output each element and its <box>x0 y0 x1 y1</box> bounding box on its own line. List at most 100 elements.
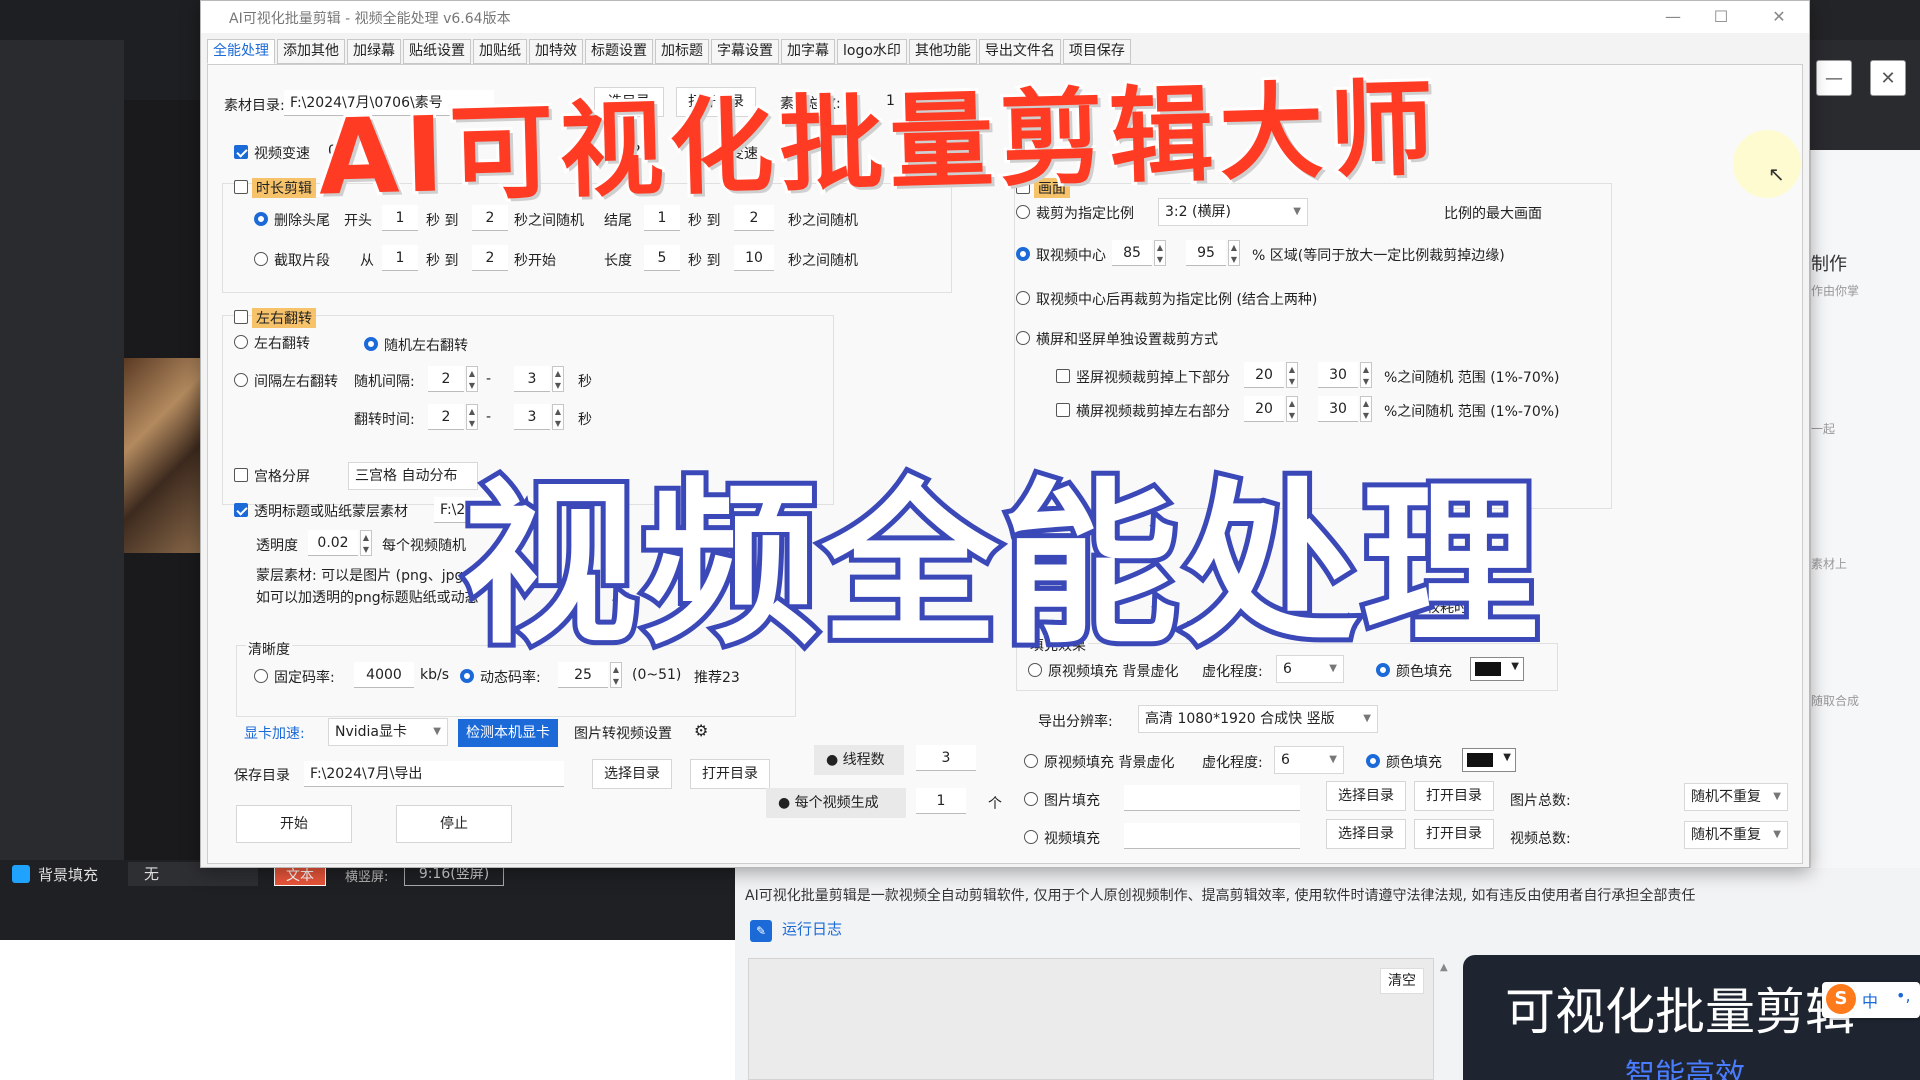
log-box[interactable] <box>748 958 1434 1080</box>
horizontal-max-spinner[interactable]: ▲ ▼ <box>1360 396 1372 422</box>
export-resolution-select[interactable]: 高清 1080*1920 合成快 竖版 ▼ <box>1138 705 1378 733</box>
video-fill-path[interactable] <box>1124 823 1300 849</box>
horizontal-crop-checkbox[interactable] <box>1056 403 1070 417</box>
alpha-suffix: 每个视频随机 <box>382 538 466 554</box>
color-picker-2[interactable]: ▼ <box>1462 748 1516 772</box>
tab-add-other[interactable]: 添加其他 <box>277 39 345 64</box>
grid-select[interactable]: 三宫格 自动分布 <box>348 462 478 490</box>
length-max-input[interactable]: 10 <box>734 245 774 271</box>
start-button[interactable]: 开始 <box>236 805 352 843</box>
ime-language[interactable]: 中 <box>1862 988 1878 1012</box>
minimize-icon[interactable]: — <box>1816 60 1852 96</box>
blur2-level-select[interactable]: 6 ▼ <box>1274 746 1344 774</box>
flip-time-min-input[interactable]: 2 <box>428 404 464 430</box>
tab-all-process[interactable]: 全能处理 <box>207 39 275 64</box>
clear-log-button[interactable]: 清空 <box>1380 968 1424 994</box>
fill-blur2-radio[interactable] <box>1024 754 1038 768</box>
chevron-down-icon: ▼ <box>1329 754 1337 765</box>
tab-add-title[interactable]: 加标题 <box>655 39 709 64</box>
alpha-input[interactable]: 0.02 <box>308 530 358 556</box>
crop-ratio-select[interactable]: 3:2 (横屏) ▼ <box>1158 198 1308 226</box>
threads-input[interactable]: 3 <box>916 745 976 771</box>
overlay-material-checkbox[interactable] <box>234 503 248 517</box>
image-mode-select[interactable]: 随机不重复 ▼ <box>1684 783 1788 811</box>
image-open-button[interactable]: 打开目录 <box>1414 781 1494 811</box>
tab-sticker-settings[interactable]: 贴纸设置 <box>403 39 471 64</box>
per-video-unit: 个 <box>988 796 1002 812</box>
fill-color2-label: 颜色填充 <box>1386 755 1442 771</box>
video-open-button[interactable]: 打开目录 <box>1414 819 1494 849</box>
tab-add-sticker[interactable]: 加贴纸 <box>473 39 527 64</box>
video-mode-select[interactable]: 随机不重复 ▼ <box>1684 821 1788 849</box>
fill-color2-radio[interactable] <box>1366 754 1380 768</box>
video-fill-radio[interactable] <box>1024 830 1038 844</box>
per-video-input[interactable]: 1 <box>916 788 966 814</box>
horizontal-max-input[interactable]: 30 <box>1318 396 1358 422</box>
tab-green-screen[interactable]: 加绿幕 <box>347 39 401 64</box>
interval-min-spinner[interactable]: ▲ ▼ <box>466 366 478 392</box>
alpha-spinner[interactable]: ▲ ▼ <box>360 530 372 556</box>
bg-fill-label: 背景填充 <box>38 866 99 884</box>
detect-gpu-button[interactable]: 检测本机显卡 <box>458 719 558 747</box>
overlay-desc-2: 如可以加透明的png标题贴纸或动态 <box>256 590 479 606</box>
threads-label-text: 线程数 <box>842 752 885 768</box>
interval-min-input[interactable]: 2 <box>428 366 464 392</box>
image-fill-path[interactable] <box>1124 785 1300 811</box>
length-min-input[interactable]: 5 <box>644 245 680 271</box>
random-flip-radio[interactable] <box>364 337 378 351</box>
vertical-min-spinner[interactable]: ▲ ▼ <box>1286 362 1298 388</box>
center-ratio-radio[interactable] <box>1016 291 1030 305</box>
separate-crop-radio[interactable] <box>1016 331 1030 345</box>
maximize-icon[interactable]: ☐ <box>1701 5 1741 29</box>
close-icon[interactable]: ✕ <box>1759 5 1799 29</box>
fixed-bitrate-radio[interactable] <box>254 669 268 683</box>
horizontal-min-input[interactable]: 20 <box>1244 396 1284 422</box>
vertical-max-input[interactable]: 30 <box>1318 362 1358 388</box>
interval-flip-radio[interactable] <box>234 373 248 387</box>
center-crop-radio[interactable] <box>1016 247 1030 261</box>
scroll-up-icon[interactable]: ▲ <box>1440 962 1448 973</box>
video-select-button[interactable]: 选择目录 <box>1326 819 1406 849</box>
from-min-input[interactable]: 1 <box>382 245 418 271</box>
per-video-label: ● 每个视频生成 <box>766 788 906 818</box>
img2video-label[interactable]: 图片转视频设置 <box>574 723 672 743</box>
center-min-spinner[interactable]: ▲ ▼ <box>1154 240 1166 266</box>
bitrate-input[interactable]: 4000 <box>354 662 414 688</box>
stop-button[interactable]: 停止 <box>396 805 512 843</box>
save-path-input[interactable]: F:\2024\7月\导出 <box>304 761 564 787</box>
sogou-icon[interactable]: S <box>1826 984 1856 1014</box>
vertical-crop-checkbox[interactable] <box>1056 369 1070 383</box>
speed-checkbox[interactable] <box>234 145 248 159</box>
ime-punctuation[interactable]: •, <box>1896 986 1911 1005</box>
center-max-spinner[interactable]: ▲ ▼ <box>1228 240 1240 266</box>
tab-add-effects[interactable]: 加特效 <box>529 39 583 64</box>
save-select-button[interactable]: 选择目录 <box>592 759 672 789</box>
cut-segment-radio[interactable] <box>254 252 268 266</box>
bg-text-5: 随取合成 <box>1811 694 1860 708</box>
checkbox-checked-icon[interactable] <box>12 865 30 883</box>
crop-ratio-radio[interactable] <box>1016 205 1030 219</box>
grid-checkbox[interactable] <box>234 468 248 482</box>
trim-head-tail-radio[interactable] <box>254 212 268 226</box>
from-max-input[interactable]: 2 <box>472 245 508 271</box>
length-random-label: 秒之间随机 <box>788 253 858 269</box>
image-fill-radio[interactable] <box>1024 792 1038 806</box>
flip-checkbox[interactable] <box>234 310 248 324</box>
image-select-button[interactable]: 选择目录 <box>1326 781 1406 811</box>
interval-max-input[interactable]: 3 <box>514 366 550 392</box>
center-max-input[interactable]: 95 <box>1186 240 1226 266</box>
tab-title-settings[interactable]: 标题设置 <box>585 39 653 64</box>
vertical-max-spinner[interactable]: ▲ ▼ <box>1360 362 1372 388</box>
flip-radio[interactable] <box>234 335 248 349</box>
gear-icon[interactable]: ⚙ <box>694 721 708 740</box>
center-min-input[interactable]: 85 <box>1112 240 1152 266</box>
save-open-button[interactable]: 打开目录 <box>690 759 770 789</box>
horizontal-min-spinner[interactable]: ▲ ▼ <box>1286 396 1298 422</box>
interval-max-spinner[interactable]: ▲ ▼ <box>552 366 564 392</box>
minimize-icon[interactable]: — <box>1653 5 1693 29</box>
close-icon[interactable]: ✕ <box>1870 60 1906 96</box>
vertical-min-input[interactable]: 20 <box>1244 362 1284 388</box>
mouse-cursor-icon: ↖ <box>1768 162 1785 186</box>
gpu-select[interactable]: Nvidia显卡 ▼ <box>328 718 448 746</box>
duration-checkbox[interactable] <box>234 180 248 194</box>
